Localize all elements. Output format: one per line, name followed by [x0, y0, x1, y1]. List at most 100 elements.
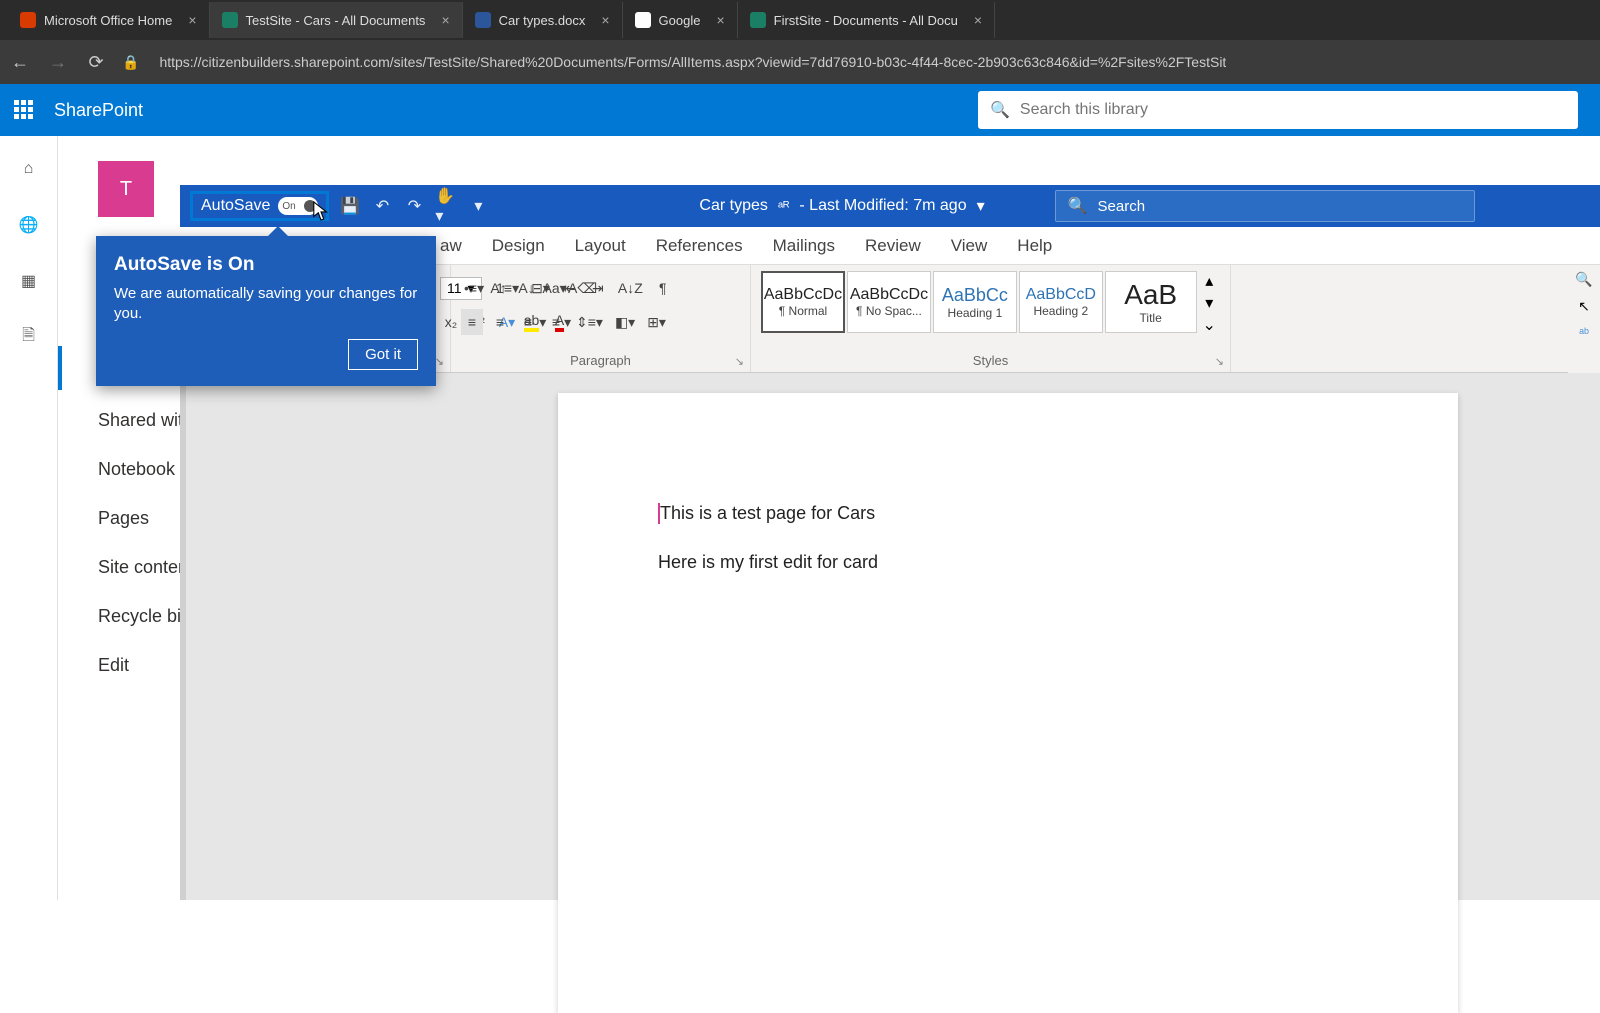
autosave-callout: AutoSave is On We are automatically savi…	[96, 236, 436, 386]
align-left-button[interactable]: ≡	[461, 309, 483, 335]
site-area: T AutoSave On 💾 ↶ ↷ ✋▾ ▾ Car types ᵃᴿ - …	[58, 136, 1600, 900]
forward-button[interactable]: →	[46, 50, 70, 74]
document-page[interactable]: This is a test page for Cars Here is my …	[558, 393, 1458, 1013]
bullets-button[interactable]: •≡▾	[461, 275, 487, 301]
document-paragraph[interactable]: This is a test page for Cars	[658, 503, 1358, 524]
multilevel-button[interactable]: ⊟▾	[528, 275, 553, 301]
browser-tab[interactable]: Microsoft Office Home ×	[8, 2, 210, 38]
sharepoint-brand[interactable]: SharePoint	[54, 100, 143, 121]
show-marks-button[interactable]: ¶	[652, 275, 674, 301]
callout-beak	[268, 226, 288, 236]
autosave-toggle-wrap[interactable]: AutoSave On	[190, 191, 329, 221]
ribbon-tab-help[interactable]: Help	[1017, 236, 1052, 256]
borders-button[interactable]: ⊞▾	[644, 309, 669, 335]
style-title[interactable]: AaB Title	[1105, 271, 1197, 333]
close-icon[interactable]: ×	[188, 12, 196, 28]
word-icon	[475, 12, 491, 28]
tab-label: Google	[659, 13, 701, 28]
style-nospacing[interactable]: AaBbCcDc ¶ No Spac...	[847, 271, 931, 333]
dialog-launcher-icon[interactable]: ↘	[1215, 355, 1224, 368]
align-center-button[interactable]: ≡	[489, 309, 511, 335]
sort-button[interactable]: A↓Z	[615, 275, 646, 301]
chevron-down-icon[interactable]: ▾	[977, 196, 985, 216]
ribbon-tab-review[interactable]: Review	[865, 236, 921, 256]
left-rail: ⌂ 🌐 ▦ 🗎	[0, 136, 58, 900]
url-text[interactable]: https://citizenbuilders.sharepoint.com/s…	[159, 54, 1226, 70]
search-icon: 🔍	[990, 100, 1010, 120]
app-launcher-icon[interactable]	[14, 100, 34, 120]
style-heading1[interactable]: AaBbCc Heading 1	[933, 271, 1017, 333]
word-title-bar: AutoSave On 💾 ↶ ↷ ✋▾ ▾ Car types ᵃᴿ - La…	[180, 185, 1600, 227]
sidebar-active-marker	[58, 346, 62, 390]
ribbon-tab-layout[interactable]: Layout	[575, 236, 626, 256]
document-title[interactable]: Car types ᵃᴿ - Last Modified: 7m ago ▾	[699, 196, 984, 216]
justify-button[interactable]: ≡	[545, 309, 567, 335]
tab-label: Car types.docx	[499, 13, 586, 28]
replace-icon[interactable]: ᵃᵇ	[1579, 325, 1589, 340]
office-icon	[20, 12, 36, 28]
shading-button[interactable]: ◧▾	[612, 309, 638, 335]
search-icon: 🔍	[1068, 196, 1088, 216]
reload-button[interactable]: ⟳	[84, 50, 108, 74]
autosave-label: AutoSave	[201, 197, 270, 215]
word-search[interactable]: 🔍	[1055, 190, 1475, 222]
close-icon[interactable]: ×	[974, 12, 982, 28]
increase-indent-button[interactable]: ⇥	[587, 275, 609, 301]
dialog-launcher-icon[interactable]: ↘	[735, 355, 744, 368]
close-icon[interactable]: ×	[441, 12, 449, 28]
paragraph-group: •≡▾ 1≡▾ ⊟▾ ⇤ ⇥ A↓Z ¶ ≡ ≡ ≡ ≡ ⇕≡▾ ◧▾ ⊞▾ P…	[451, 265, 751, 372]
lock-icon: 🔒	[122, 54, 139, 71]
selection-cursor-icon[interactable]: ↖	[1578, 298, 1590, 315]
touch-mode-icon[interactable]: ✋▾	[435, 195, 457, 217]
callout-title: AutoSave is On	[114, 254, 418, 276]
style-heading2[interactable]: AaBbCcD Heading 2	[1019, 271, 1103, 333]
home-icon[interactable]: ⌂	[16, 156, 42, 182]
google-icon	[635, 12, 651, 28]
ribbon-tab-references[interactable]: References	[656, 236, 743, 256]
document-canvas: This is a test page for Cars Here is my …	[180, 373, 1600, 900]
search-input[interactable]	[1020, 101, 1566, 119]
browser-tab[interactable]: Car types.docx ×	[463, 2, 623, 38]
browser-tab[interactable]: TestSite - Cars - All Documents ×	[210, 2, 463, 38]
styles-group: AaBbCcDc ¶ Normal AaBbCcDc ¶ No Spac... …	[751, 265, 1231, 372]
close-icon[interactable]: ×	[601, 12, 609, 28]
tab-label: FirstSite - Documents - All Docu	[774, 13, 958, 28]
browser-address-bar: ← → ⟳ 🔒 https://citizenbuilders.sharepoi…	[0, 40, 1600, 84]
close-icon[interactable]: ×	[716, 12, 724, 28]
decrease-indent-button[interactable]: ⇤	[559, 275, 581, 301]
line-spacing-button[interactable]: ⇕≡▾	[573, 309, 606, 335]
style-normal[interactable]: AaBbCcDc ¶ Normal	[761, 271, 845, 333]
accessibility-icon: ᵃᴿ	[778, 198, 790, 214]
tab-label: Microsoft Office Home	[44, 13, 172, 28]
toggle-knob	[304, 200, 316, 212]
files-icon[interactable]: 🗎	[16, 324, 42, 350]
save-icon[interactable]: 💾	[339, 195, 361, 217]
site-logo[interactable]: T	[98, 161, 154, 217]
ribbon-tab-draw[interactable]: aw	[440, 236, 462, 256]
right-pane-tools: 🔍 ↖ ᵃᵇ	[1568, 265, 1600, 373]
sharepoint-search[interactable]: 🔍	[978, 91, 1578, 129]
sharepoint-header: SharePoint 🔍	[0, 84, 1600, 136]
redo-icon[interactable]: ↷	[403, 195, 425, 217]
qat-customize-icon[interactable]: ▾	[467, 195, 489, 217]
styles-more-button[interactable]: ▴▾⌄	[1199, 271, 1220, 335]
ribbon-tab-design[interactable]: Design	[492, 236, 545, 256]
dialog-launcher-icon[interactable]: ↘	[435, 355, 444, 368]
numbering-button[interactable]: 1≡▾	[493, 275, 522, 301]
find-icon[interactable]: 🔍	[1575, 271, 1592, 288]
news-icon[interactable]: ▦	[16, 268, 42, 294]
globe-icon[interactable]: 🌐	[16, 212, 42, 238]
group-label: Styles	[751, 353, 1230, 368]
align-right-button[interactable]: ≡	[517, 309, 539, 335]
ribbon-tab-view[interactable]: View	[951, 236, 988, 256]
undo-icon[interactable]: ↶	[371, 195, 393, 217]
sharepoint-icon	[222, 12, 238, 28]
document-paragraph[interactable]: Here is my first edit for card	[658, 552, 1358, 573]
browser-tab[interactable]: Google ×	[623, 2, 738, 38]
got-it-button[interactable]: Got it	[348, 339, 418, 370]
ribbon-tab-mailings[interactable]: Mailings	[773, 236, 835, 256]
back-button[interactable]: ←	[8, 50, 32, 74]
autosave-switch[interactable]: On	[278, 197, 318, 215]
word-search-input[interactable]	[1098, 198, 1462, 215]
browser-tab[interactable]: FirstSite - Documents - All Docu ×	[738, 2, 995, 38]
